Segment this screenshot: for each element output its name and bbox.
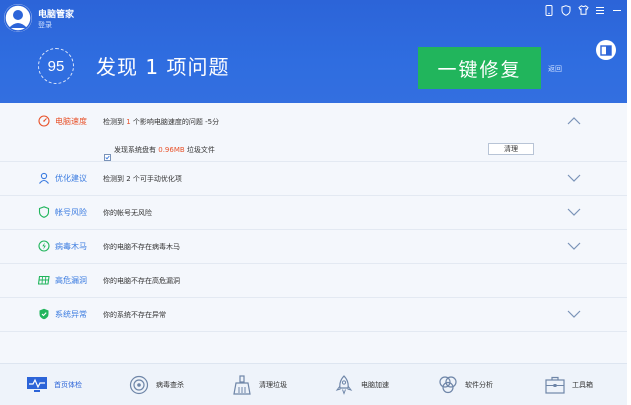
user-icon [4, 4, 32, 32]
monitor-check-icon [26, 375, 48, 395]
pc-manager-window: 电脑管家 登录 95 发现 1 项问题 一键修复 返回 电脑速度 检测到 1 个… [0, 0, 627, 405]
result-row-system[interactable]: 系统异常 你的系统不存在异常 [0, 297, 627, 332]
nav-virus-scan[interactable]: 病毒查杀 [128, 374, 184, 396]
result-name: 优化建议 [55, 174, 87, 183]
result-row-speed[interactable]: 电脑速度 检测到 1 个影响电脑速度的问题 -5分 发现系统盘有 0.96MB … [0, 103, 627, 162]
shield-icon[interactable] [560, 4, 572, 16]
result-row-account[interactable]: 帐号风险 你的帐号无风险 [0, 195, 627, 230]
speedometer-icon [38, 115, 50, 127]
virus-scan-icon [38, 240, 50, 252]
nav-label: 软件分析 [465, 381, 493, 389]
nav-label: 电脑加速 [361, 381, 389, 389]
back-link[interactable]: 返回 [548, 64, 562, 74]
window-controls [543, 4, 623, 16]
toolbox-icon [544, 375, 566, 395]
bottom-nav: 首页体检 病毒查杀 清理垃圾 电脑加速 软件分析 工具箱 [0, 363, 627, 405]
nav-label: 清理垃圾 [259, 381, 287, 389]
avatar[interactable] [4, 4, 32, 32]
result-name: 病毒木马 [55, 242, 87, 251]
rocket-icon [333, 375, 355, 395]
result-row-vulnerability[interactable]: 高危漏洞 你的电脑不存在高危漏洞 [0, 263, 627, 298]
side-panel-icon [600, 44, 612, 56]
nav-speed-up[interactable]: 电脑加速 [333, 374, 389, 396]
login-link[interactable]: 登录 [38, 20, 52, 30]
person-icon [38, 172, 50, 184]
result-desc: 检测到 1 个影响电脑速度的问题 -5分 [103, 118, 220, 126]
nav-clean-junk[interactable]: 清理垃圾 [231, 374, 287, 396]
header: 电脑管家 登录 95 发现 1 项问题 一键修复 返回 [0, 0, 627, 103]
nav-home-checkup[interactable]: 首页体检 [26, 374, 82, 396]
scan-headline: 发现 1 项问题 [96, 55, 230, 79]
nav-label: 首页体检 [54, 381, 82, 389]
chevron-down-icon[interactable] [567, 207, 581, 217]
virus-scan-icon [128, 375, 150, 395]
side-panel-button[interactable] [596, 40, 616, 60]
result-desc: 你的系统不存在异常 [103, 311, 166, 319]
minimize-icon[interactable] [611, 4, 623, 16]
junk-file-text: 发现系统盘有 0.96MB 垃圾文件 [114, 146, 215, 154]
software-icon [437, 375, 459, 395]
clean-button[interactable]: 清理 [488, 143, 534, 155]
checkbox-icon[interactable] [104, 146, 111, 161]
score-value: 95 [47, 57, 65, 75]
broom-icon [231, 375, 253, 395]
menu-icon[interactable] [594, 4, 606, 16]
nav-toolbox[interactable]: 工具箱 [544, 374, 593, 396]
phone-icon[interactable] [543, 4, 555, 16]
result-row-optimize[interactable]: 优化建议 检测到 2 个可手动优化项 [0, 161, 627, 196]
chevron-down-icon[interactable] [567, 241, 581, 251]
chevron-up-icon[interactable] [567, 116, 581, 126]
result-desc: 检测到 2 个可手动优化项 [103, 175, 182, 183]
chevron-down-icon[interactable] [567, 173, 581, 183]
result-name: 高危漏洞 [55, 276, 87, 285]
result-row-virus[interactable]: 病毒木马 你的电脑不存在病毒木马 [0, 229, 627, 264]
scan-result-list: 电脑速度 检测到 1 个影响电脑速度的问题 -5分 发现系统盘有 0.96MB … [0, 103, 627, 363]
grid-patch-icon [38, 274, 50, 286]
shirt-icon[interactable] [577, 4, 589, 16]
health-score: 95 [38, 48, 74, 84]
nav-label: 病毒查杀 [156, 381, 184, 389]
nav-label: 工具箱 [572, 381, 593, 389]
result-name: 帐号风险 [55, 208, 87, 217]
result-desc: 你的电脑不存在病毒木马 [103, 243, 180, 251]
nav-software-analysis[interactable]: 软件分析 [437, 374, 493, 396]
chevron-down-icon[interactable] [567, 309, 581, 319]
system-shield-icon [38, 308, 50, 320]
app-name: 电脑管家 [38, 10, 75, 20]
result-name: 系统异常 [55, 310, 87, 319]
result-name: 电脑速度 [55, 117, 87, 126]
result-desc: 你的电脑不存在高危漏洞 [103, 277, 180, 285]
shield-icon [38, 206, 50, 218]
result-desc: 你的帐号无风险 [103, 209, 152, 217]
one-click-fix-button[interactable]: 一键修复 [418, 47, 541, 89]
